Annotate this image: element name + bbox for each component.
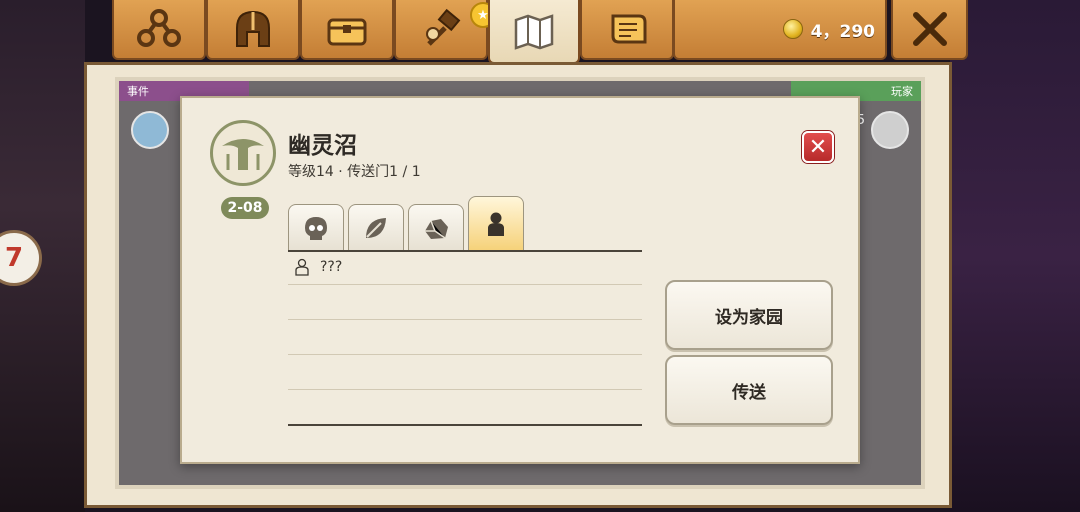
- person-icon: [488, 212, 504, 236]
- archery-icon[interactable]: [871, 111, 909, 149]
- filter-tabs: [288, 194, 642, 252]
- group-icon: [137, 9, 181, 47]
- location-title: 幽灵沼: [288, 133, 357, 159]
- set-home-button[interactable]: 设为家园: [665, 280, 833, 350]
- helmet-icon: [236, 10, 270, 47]
- tab-group[interactable]: [112, 0, 206, 60]
- coin-icon: [782, 19, 803, 39]
- background-right: [950, 0, 1080, 512]
- scroll-icon: [611, 14, 647, 44]
- level-chip: 2-08: [221, 197, 269, 219]
- close-map-button[interactable]: [891, 0, 968, 60]
- tab-skull[interactable]: [288, 204, 344, 250]
- coin-counter: 4，290: [673, 0, 887, 60]
- coin-value: 4，290: [810, 21, 875, 42]
- leaf-icon: [366, 217, 386, 238]
- location-dialog: 2-08 幽灵沼 等级14 · 传送门1 / 1 ✕ ??? 设为家园 传送: [180, 96, 860, 464]
- close-icon: [912, 12, 947, 46]
- mushroom-icon: [222, 139, 264, 170]
- tab-person[interactable]: [468, 196, 524, 250]
- list-item: [288, 285, 642, 320]
- event-flag-icon[interactable]: [131, 111, 169, 149]
- hammer-icon: [426, 8, 461, 46]
- top-bar: ★ 4，290: [76, 0, 968, 64]
- list-item-text: ???: [320, 259, 343, 275]
- map-icon: [514, 14, 554, 50]
- person-outline-icon: [295, 258, 309, 276]
- location-subtitle: 等级14 · 传送门1 / 1: [288, 164, 421, 180]
- skull-icon: [305, 216, 327, 240]
- players-label: 玩家: [891, 85, 913, 98]
- list-item[interactable]: ???: [288, 250, 642, 285]
- set-home-label: 设为家园: [715, 307, 783, 328]
- tab-scroll[interactable]: [580, 0, 674, 60]
- list-item: [288, 355, 642, 390]
- location-avatar: [210, 120, 276, 186]
- list-item: [288, 320, 642, 355]
- player-list: ???: [288, 250, 642, 426]
- tab-rock[interactable]: [408, 204, 464, 250]
- chest-icon: [327, 18, 367, 46]
- tab-helmet[interactable]: [206, 0, 300, 60]
- tab-leaf[interactable]: [348, 204, 404, 250]
- tab-map[interactable]: [488, 0, 580, 64]
- close-icon: ✕: [808, 134, 828, 160]
- list-item: [288, 390, 642, 426]
- teleport-label: 传送: [732, 382, 766, 403]
- teleport-button[interactable]: 传送: [665, 355, 833, 425]
- tab-chest[interactable]: [300, 0, 394, 60]
- dialog-close-button[interactable]: ✕: [802, 131, 834, 163]
- events-label: 事件: [127, 85, 149, 98]
- rock-icon: [425, 218, 448, 239]
